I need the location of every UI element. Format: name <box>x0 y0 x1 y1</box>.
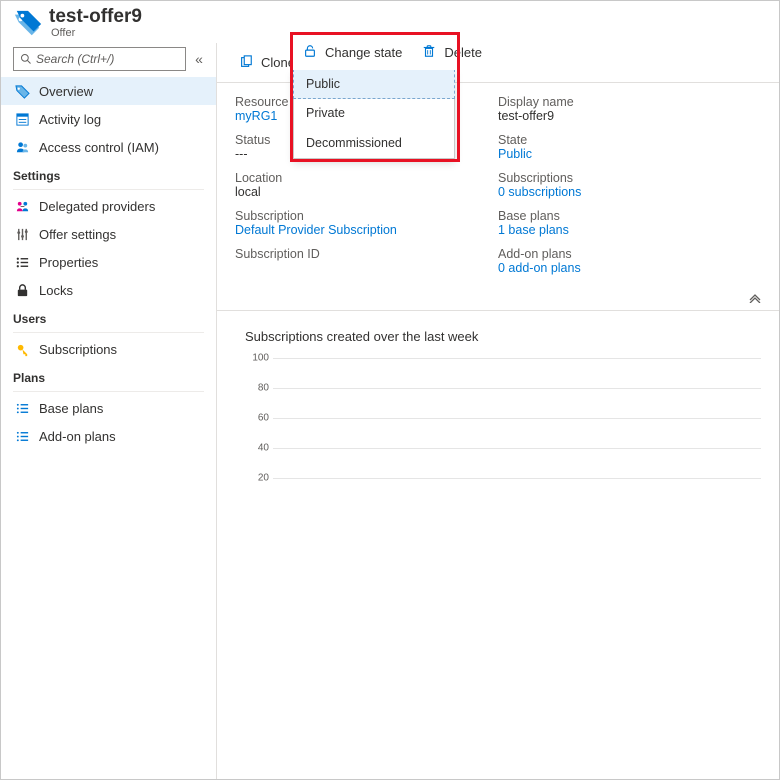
offer-icon <box>13 9 43 39</box>
display-name-value: test-offer9 <box>498 109 761 123</box>
location-value: local <box>235 185 498 199</box>
nav-section-users: Users <box>1 304 216 330</box>
divider <box>13 189 204 190</box>
state-option-decommissioned[interactable]: Decommissioned <box>294 128 454 158</box>
nav-overview[interactable]: Overview <box>1 77 216 105</box>
option-label: Public <box>306 77 340 91</box>
state-option-public[interactable]: Public <box>293 69 455 99</box>
delegated-icon <box>13 197 31 215</box>
option-label: Decommissioned <box>306 136 402 150</box>
properties-icon <box>13 253 31 271</box>
collapse-sidebar-button[interactable]: « <box>190 51 208 67</box>
divider <box>13 332 204 333</box>
subs-value[interactable]: 0 subscriptions <box>498 185 761 199</box>
nav-addon-plans[interactable]: Add-on plans <box>1 422 216 450</box>
list-icon <box>13 427 31 445</box>
page-title: test-offer9 <box>49 7 142 27</box>
state-option-private[interactable]: Private <box>294 98 454 128</box>
chart-title: Subscriptions created over the last week <box>245 329 761 344</box>
nav-base-plans[interactable]: Base plans <box>1 394 216 422</box>
subs-label: Subscriptions <box>498 171 761 185</box>
subscription-value[interactable]: Default Provider Subscription <box>235 223 498 237</box>
addon-plans-label: Add-on plans <box>498 247 761 261</box>
nav-label: Locks <box>39 283 73 298</box>
option-label: Private <box>306 106 345 120</box>
nav-access-control[interactable]: Access control (IAM) <box>1 133 216 161</box>
nav-label: Activity log <box>39 112 101 127</box>
page-subtitle: Offer <box>51 27 142 39</box>
change-state-button[interactable]: Change state <box>293 34 412 70</box>
toolbar-label: Delete <box>444 45 482 60</box>
nav-label: Properties <box>39 255 98 270</box>
tag-icon <box>13 82 31 100</box>
toolbar-overlay: Change state Delete <box>293 34 492 70</box>
nav-label: Offer settings <box>39 227 116 242</box>
subscription-id-label: Subscription ID <box>235 247 498 261</box>
state-label: State <box>498 133 761 147</box>
lock-icon <box>13 281 31 299</box>
settings-icon <box>13 225 31 243</box>
state-value[interactable]: Public <box>498 147 761 161</box>
nav-section-settings: Settings <box>1 161 216 187</box>
activity-log-icon <box>13 110 31 128</box>
nav-offer-settings[interactable]: Offer settings <box>1 220 216 248</box>
base-plans-value[interactable]: 1 base plans <box>498 223 761 237</box>
change-state-menu: Public Private Decommissioned <box>293 69 455 159</box>
chevron-up-icon <box>749 293 761 303</box>
nav-label: Overview <box>39 84 93 99</box>
search-placeholder: Search (Ctrl+/) <box>36 52 114 66</box>
display-name-label: Display name <box>498 95 761 109</box>
nav-properties[interactable]: Properties <box>1 248 216 276</box>
list-icon <box>13 399 31 417</box>
nav-label: Access control (IAM) <box>39 140 159 155</box>
delete-button[interactable]: Delete <box>412 34 492 70</box>
base-plans-label: Base plans <box>498 209 761 223</box>
nav-subscriptions[interactable]: Subscriptions <box>1 335 216 363</box>
nav-delegated-providers[interactable]: Delegated providers <box>1 192 216 220</box>
nav-label: Base plans <box>39 401 103 416</box>
key-icon <box>13 340 31 358</box>
subscription-label: Subscription <box>235 209 498 223</box>
chart-section: Subscriptions created over the last week… <box>217 310 779 508</box>
collapse-details-button[interactable] <box>217 291 779 306</box>
sidebar: Search (Ctrl+/) « Overview Activity log … <box>1 43 217 779</box>
nav-section-plans: Plans <box>1 363 216 389</box>
location-label: Location <box>235 171 498 185</box>
trash-icon <box>422 44 438 60</box>
search-icon <box>20 53 32 65</box>
nav-activity-log[interactable]: Activity log <box>1 105 216 133</box>
details-right: Display nametest-offer9 StatePublic Subs… <box>498 95 761 285</box>
nav-label: Add-on plans <box>39 429 116 444</box>
search-input[interactable]: Search (Ctrl+/) <box>13 47 186 71</box>
toolbar-label: Clone <box>261 55 295 70</box>
iam-icon <box>13 138 31 156</box>
divider <box>13 391 204 392</box>
nav-locks[interactable]: Locks <box>1 276 216 304</box>
unlock-icon <box>303 44 319 60</box>
nav-label: Delegated providers <box>39 199 155 214</box>
subscriptions-chart: 20406080100 <box>245 358 761 508</box>
nav-label: Subscriptions <box>39 342 117 357</box>
copy-icon <box>239 55 255 71</box>
addon-plans-value[interactable]: 0 add-on plans <box>498 261 761 275</box>
toolbar-label: Change state <box>325 45 402 60</box>
